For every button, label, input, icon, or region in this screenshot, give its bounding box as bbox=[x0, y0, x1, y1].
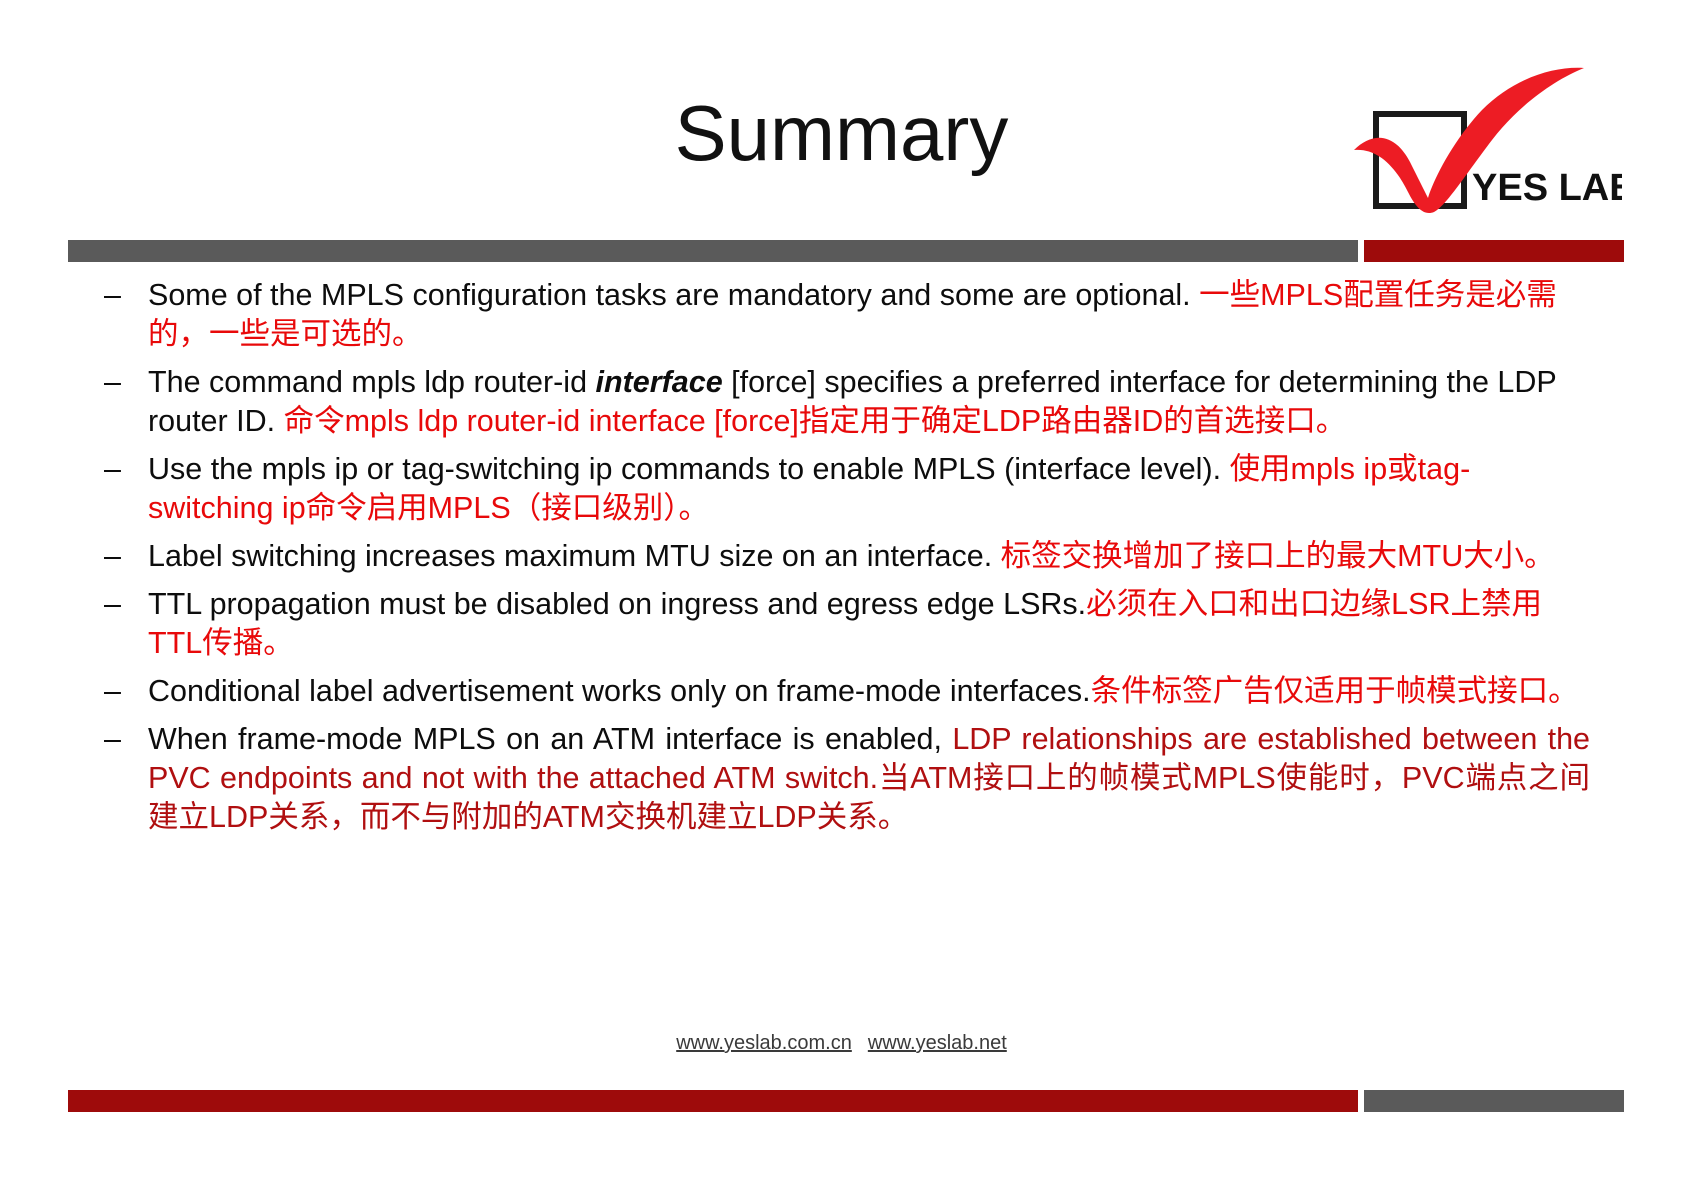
footer-links: www.yeslab.com.cn www.yeslab.net bbox=[0, 1030, 1683, 1056]
bullet-segment-cn: 标签交换增加了接口上的最大MTU大小。 bbox=[1000, 539, 1555, 573]
bullet-conditional-label: – Conditional label advertisement works … bbox=[100, 672, 1590, 711]
footer-link-yeslab-com-cn[interactable]: www.yeslab.com.cn bbox=[676, 1032, 852, 1054]
yes-lab-logo: YES LAB bbox=[1332, 66, 1622, 236]
bullet-text: Some of the MPLS configuration tasks are… bbox=[148, 276, 1590, 354]
bullet-text: Use the mpls ip or tag-switching ip comm… bbox=[148, 450, 1590, 528]
bullet-segment-en-2: commands to enable MPLS (interface level… bbox=[620, 452, 1230, 486]
bullet-segment-cn: 命令mpls ldp router-id interface [force]指定… bbox=[283, 404, 1347, 438]
bullet-segment-en: Use the bbox=[148, 452, 262, 486]
bullet-text: TTL propagation must be disabled on ingr… bbox=[148, 585, 1590, 663]
bullet-segment-en: TTL propagation must be disabled on ingr… bbox=[148, 587, 1087, 621]
header-divider-red bbox=[1364, 240, 1624, 262]
bullet-segment-en: Some of the MPLS configuration tasks are… bbox=[148, 278, 1200, 312]
header-divider-grey bbox=[68, 240, 1358, 262]
command-arg-italic: interface bbox=[595, 365, 723, 399]
bullet-marker: – bbox=[104, 674, 121, 708]
bullet-marker: – bbox=[104, 539, 121, 573]
bullet-segment-en: When frame-mode MPLS on an ATM interface… bbox=[148, 722, 953, 756]
bullet-marker: – bbox=[104, 278, 121, 312]
bullet-ttl: – TTL propagation must be disabled on in… bbox=[100, 585, 1590, 663]
logo-text: YES LAB bbox=[1472, 167, 1622, 209]
bullet-list: – Some of the MPLS configuration tasks a… bbox=[100, 276, 1590, 846]
slide-root: Summary YES LAB – Some of the MPLS confi… bbox=[0, 0, 1683, 1190]
conjunction-or: or bbox=[366, 452, 403, 486]
bullet-enable-mpls: – Use the mpls ip or tag-switching ip co… bbox=[100, 450, 1590, 528]
bullet-marker: – bbox=[104, 452, 121, 486]
header-divider bbox=[68, 240, 1624, 262]
bullet-segment-cn: 条件标签广告仅适用于帧模式接口。 bbox=[1090, 674, 1579, 708]
bullet-mtu: – Label switching increases maximum MTU … bbox=[100, 537, 1590, 576]
command-mpls-ip: mpls ip bbox=[261, 452, 367, 486]
bullet-atm: – When frame-mode MPLS on an ATM interfa… bbox=[100, 720, 1590, 837]
bullet-marker: – bbox=[104, 365, 121, 399]
bullet-marker: – bbox=[104, 587, 121, 621]
bullet-router-id: – The command mpls ldp router-id interfa… bbox=[100, 363, 1590, 441]
bullet-segment-en: Conditional label advertisement works on… bbox=[148, 674, 1091, 708]
command-option: [force] bbox=[722, 365, 825, 399]
footer-link-yeslab-net[interactable]: www.yeslab.net bbox=[868, 1032, 1007, 1054]
bullet-text: Label switching increases maximum MTU si… bbox=[148, 537, 1590, 576]
bullet-marker: – bbox=[104, 722, 121, 756]
bullet-mandatory-optional: – Some of the MPLS configuration tasks a… bbox=[100, 276, 1590, 354]
bullet-text: The command mpls ldp router-id interface… bbox=[148, 363, 1590, 441]
footer-divider-red bbox=[68, 1090, 1358, 1112]
bullet-segment-en: The command bbox=[148, 365, 352, 399]
command-tag-switching-ip: tag-switching ip bbox=[402, 452, 621, 486]
footer-divider bbox=[68, 1090, 1624, 1112]
bullet-text: When frame-mode MPLS on an ATM interface… bbox=[148, 720, 1590, 837]
bullet-text: Conditional label advertisement works on… bbox=[148, 672, 1590, 711]
footer-divider-grey bbox=[1364, 1090, 1624, 1112]
bullet-segment-en: Label switching increases maximum MTU si… bbox=[148, 539, 1001, 573]
command-text: mpls ldp router-id bbox=[351, 365, 596, 399]
